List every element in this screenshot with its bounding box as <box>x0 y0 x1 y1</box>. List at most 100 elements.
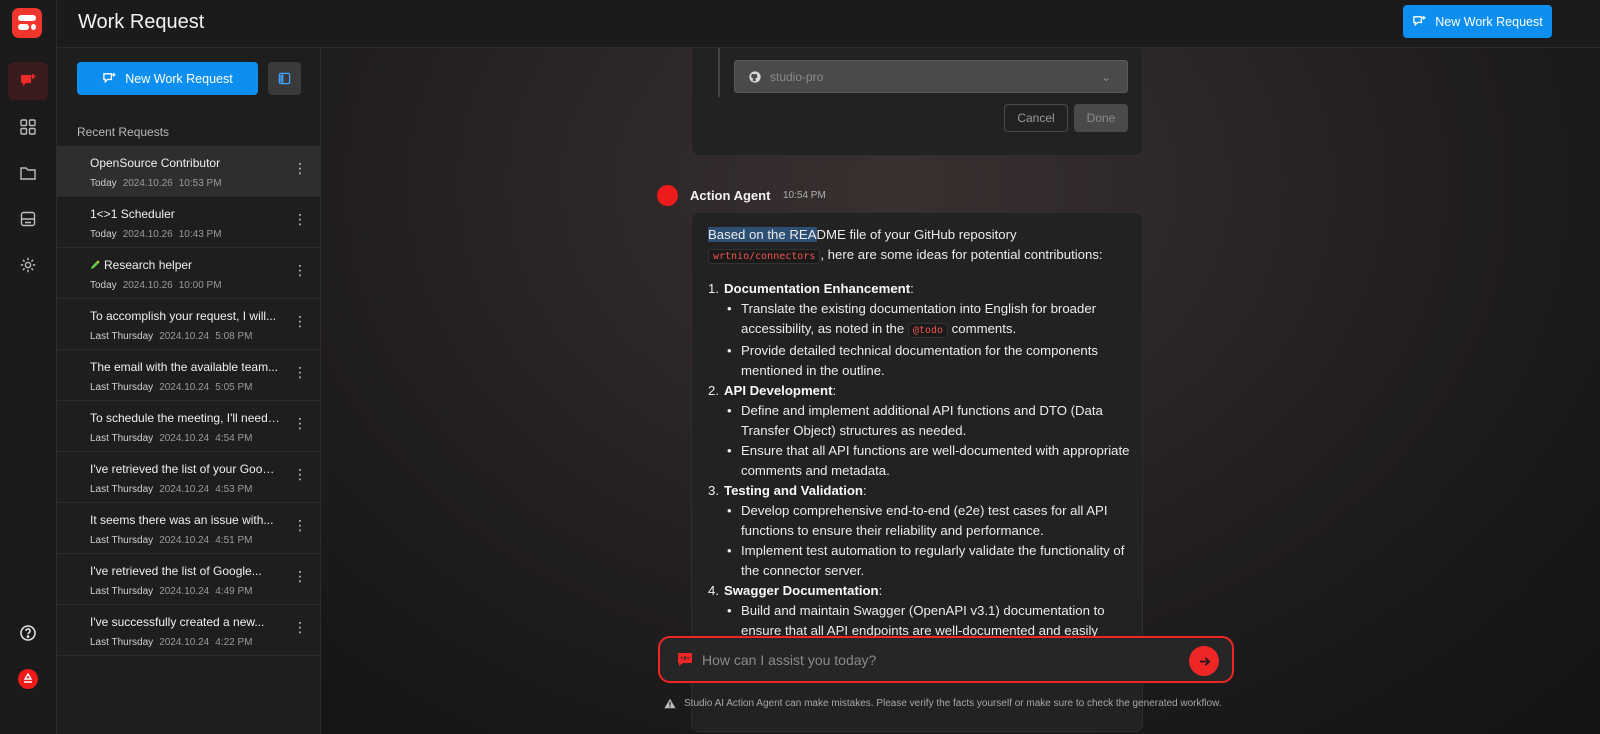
request-options-icon[interactable]: ⋮ <box>293 365 307 384</box>
rail-settings-button[interactable] <box>8 246 48 284</box>
request-options-icon[interactable]: ⋮ <box>293 314 307 333</box>
grid-icon <box>20 119 36 135</box>
request-meta: Last Thursday 2024.10.24 4:49 PM <box>90 586 253 597</box>
store-icon <box>20 211 36 227</box>
bullet-item: Provide detailed technical documentation… <box>708 341 1132 381</box>
request-title: I've retrieved the list of Google... <box>90 564 262 578</box>
request-title: The email with the available team... <box>90 360 279 374</box>
cancel-button[interactable]: Cancel <box>1004 104 1068 132</box>
selected-text: Based on the REA <box>708 227 817 242</box>
chat-plus-icon <box>103 72 116 84</box>
request-title: I've successfully created a new... <box>90 615 265 629</box>
panel-new-work-request-label: New Work Request <box>125 71 233 86</box>
request-title: Research helper <box>104 258 193 272</box>
chat-input[interactable] <box>702 649 1172 671</box>
done-button[interactable]: Done <box>1074 104 1128 132</box>
request-item[interactable]: OpenSource Contributor Today 2024.10.26 10… <box>57 146 321 197</box>
request-title: I've retrieved the list of your Googl... <box>90 462 280 476</box>
list-item: 1. Documentation Enhancement: <box>708 281 914 296</box>
request-options-icon[interactable]: ⋮ <box>293 212 307 231</box>
chat-composer <box>658 636 1234 683</box>
bullet-item: Implement test automation to regularly v… <box>708 541 1132 581</box>
send-button[interactable] <box>1189 646 1219 676</box>
arrow-right-icon <box>1199 656 1210 666</box>
recent-requests-heading: Recent Requests <box>77 125 170 139</box>
help-icon <box>20 625 36 641</box>
top-bar: Work Request New Work Request <box>57 0 1600 48</box>
disclaimer-text: Studio AI Action Agent can make mistakes… <box>684 698 1222 709</box>
request-title: 1<>1 Scheduler <box>90 207 175 221</box>
header-new-work-request-label: New Work Request <box>1435 14 1543 29</box>
bullet-item: Define and implement additional API func… <box>708 401 1132 441</box>
request-title: To accomplish your request, I will... <box>90 309 277 323</box>
request-meta: Last Thursday 2024.10.24 4:22 PM <box>90 637 253 648</box>
chat-icon <box>678 653 692 666</box>
request-meta: Today 2024.10.26 10:00 PM <box>90 280 222 291</box>
message-intro: Based on the README file of your GitHub … <box>708 227 1103 264</box>
step-connector-line <box>718 48 720 97</box>
ideas-list: 1.Documentation Enhancement: Translate t… <box>708 279 1132 661</box>
rail-dashboard-button[interactable] <box>8 108 48 146</box>
chat-plus-icon <box>21 74 36 86</box>
github-icon <box>749 70 761 83</box>
agent-name: Action Agent <box>690 188 771 203</box>
rail-work-request-button[interactable] <box>8 62 48 100</box>
request-title: To schedule the meeting, I'll need ... <box>90 411 280 425</box>
request-title: OpenSource Contributor <box>90 156 221 170</box>
app-logo[interactable] <box>12 8 42 38</box>
pencil-icon <box>90 260 100 270</box>
request-item[interactable]: I've successfully created a new... Last … <box>57 605 321 656</box>
request-options-icon[interactable]: ⋮ <box>293 161 307 180</box>
rail-help-button[interactable] <box>8 614 48 652</box>
request-item[interactable]: 1<>1 Scheduler Today 2024.10.26 10:43 PM ⋮ <box>57 197 321 248</box>
rail-avatar-button[interactable] <box>8 660 48 698</box>
request-item[interactable]: Research helper Today 2024.10.26 10:00 PM … <box>57 248 321 299</box>
request-item[interactable]: To accomplish your request, I will... La… <box>57 299 321 350</box>
sidebar-collapse-icon <box>278 72 291 85</box>
bullet-item: Ensure that all API functions are well-d… <box>708 441 1132 481</box>
request-options-icon[interactable]: ⋮ <box>293 569 307 588</box>
list-item: 3. Testing and Validation: <box>708 483 867 498</box>
request-meta: Last Thursday 2024.10.24 4:54 PM <box>90 433 253 444</box>
rail-store-button[interactable] <box>8 200 48 238</box>
page-title: Work Request <box>78 11 205 33</box>
request-title: It seems there was an issue with... <box>90 513 274 527</box>
request-item[interactable]: The email with the available team... Las… <box>57 350 321 401</box>
bullet-item: Translate the existing documentation int… <box>708 299 1132 341</box>
request-options-icon[interactable]: ⋮ <box>293 518 307 537</box>
warning-icon <box>664 698 676 709</box>
chat-area: studio-pro ⌄ Cancel Done Action Agent 10… <box>321 48 1600 734</box>
panel-new-work-request-button[interactable]: New Work Request <box>77 62 258 95</box>
repo-select[interactable]: studio-pro ⌄ <box>734 60 1128 93</box>
request-item[interactable]: It seems there was an issue with... Last… <box>57 503 321 554</box>
message-timestamp: 10:54 PM <box>783 190 826 201</box>
app-root: Work Request New Work Request New Work R… <box>0 0 1600 734</box>
request-options-icon[interactable]: ⋮ <box>293 467 307 486</box>
bullet-item: Develop comprehensive end-to-end (e2e) t… <box>708 501 1132 541</box>
request-meta: Today 2024.10.26 10:43 PM <box>90 229 222 240</box>
request-meta: Last Thursday 2024.10.24 5:08 PM <box>90 331 253 342</box>
repo-select-card: studio-pro ⌄ Cancel Done <box>691 48 1143 156</box>
request-meta: Last Thursday 2024.10.24 5:05 PM <box>90 382 253 393</box>
request-meta: Last Thursday 2024.10.24 4:53 PM <box>90 484 253 495</box>
chevron-down-icon: ⌄ <box>1100 70 1111 84</box>
list-item: 4. Swagger Documentation: <box>708 583 883 598</box>
header-new-work-request-button[interactable]: New Work Request <box>1403 5 1552 38</box>
rail-folder-button[interactable] <box>8 154 48 192</box>
request-item[interactable]: I've retrieved the list of your Googl...… <box>57 452 321 503</box>
request-options-icon[interactable]: ⋮ <box>293 620 307 639</box>
request-meta: Last Thursday 2024.10.24 4:51 PM <box>90 535 253 546</box>
request-options-icon[interactable]: ⋮ <box>293 416 307 435</box>
collapse-panel-button[interactable] <box>268 62 301 95</box>
request-item[interactable]: To schedule the meeting, I'll need ... L… <box>57 401 321 452</box>
request-options-icon[interactable]: ⋮ <box>293 263 307 282</box>
request-list: OpenSource Contributor Today 2024.10.26 10… <box>57 146 321 656</box>
repo-select-value: studio-pro <box>770 69 824 84</box>
agent-message-body: Based on the README file of your GitHub … <box>708 225 1132 661</box>
gear-icon <box>20 257 36 273</box>
disclaimer: Studio AI Action Agent can make mistakes… <box>664 698 1264 709</box>
request-item[interactable]: I've retrieved the list of Google... Las… <box>57 554 321 605</box>
repo-code: wrtnio/connectors <box>708 249 821 264</box>
agent-avatar <box>657 185 678 206</box>
list-item: 2. API Development: <box>708 383 837 398</box>
